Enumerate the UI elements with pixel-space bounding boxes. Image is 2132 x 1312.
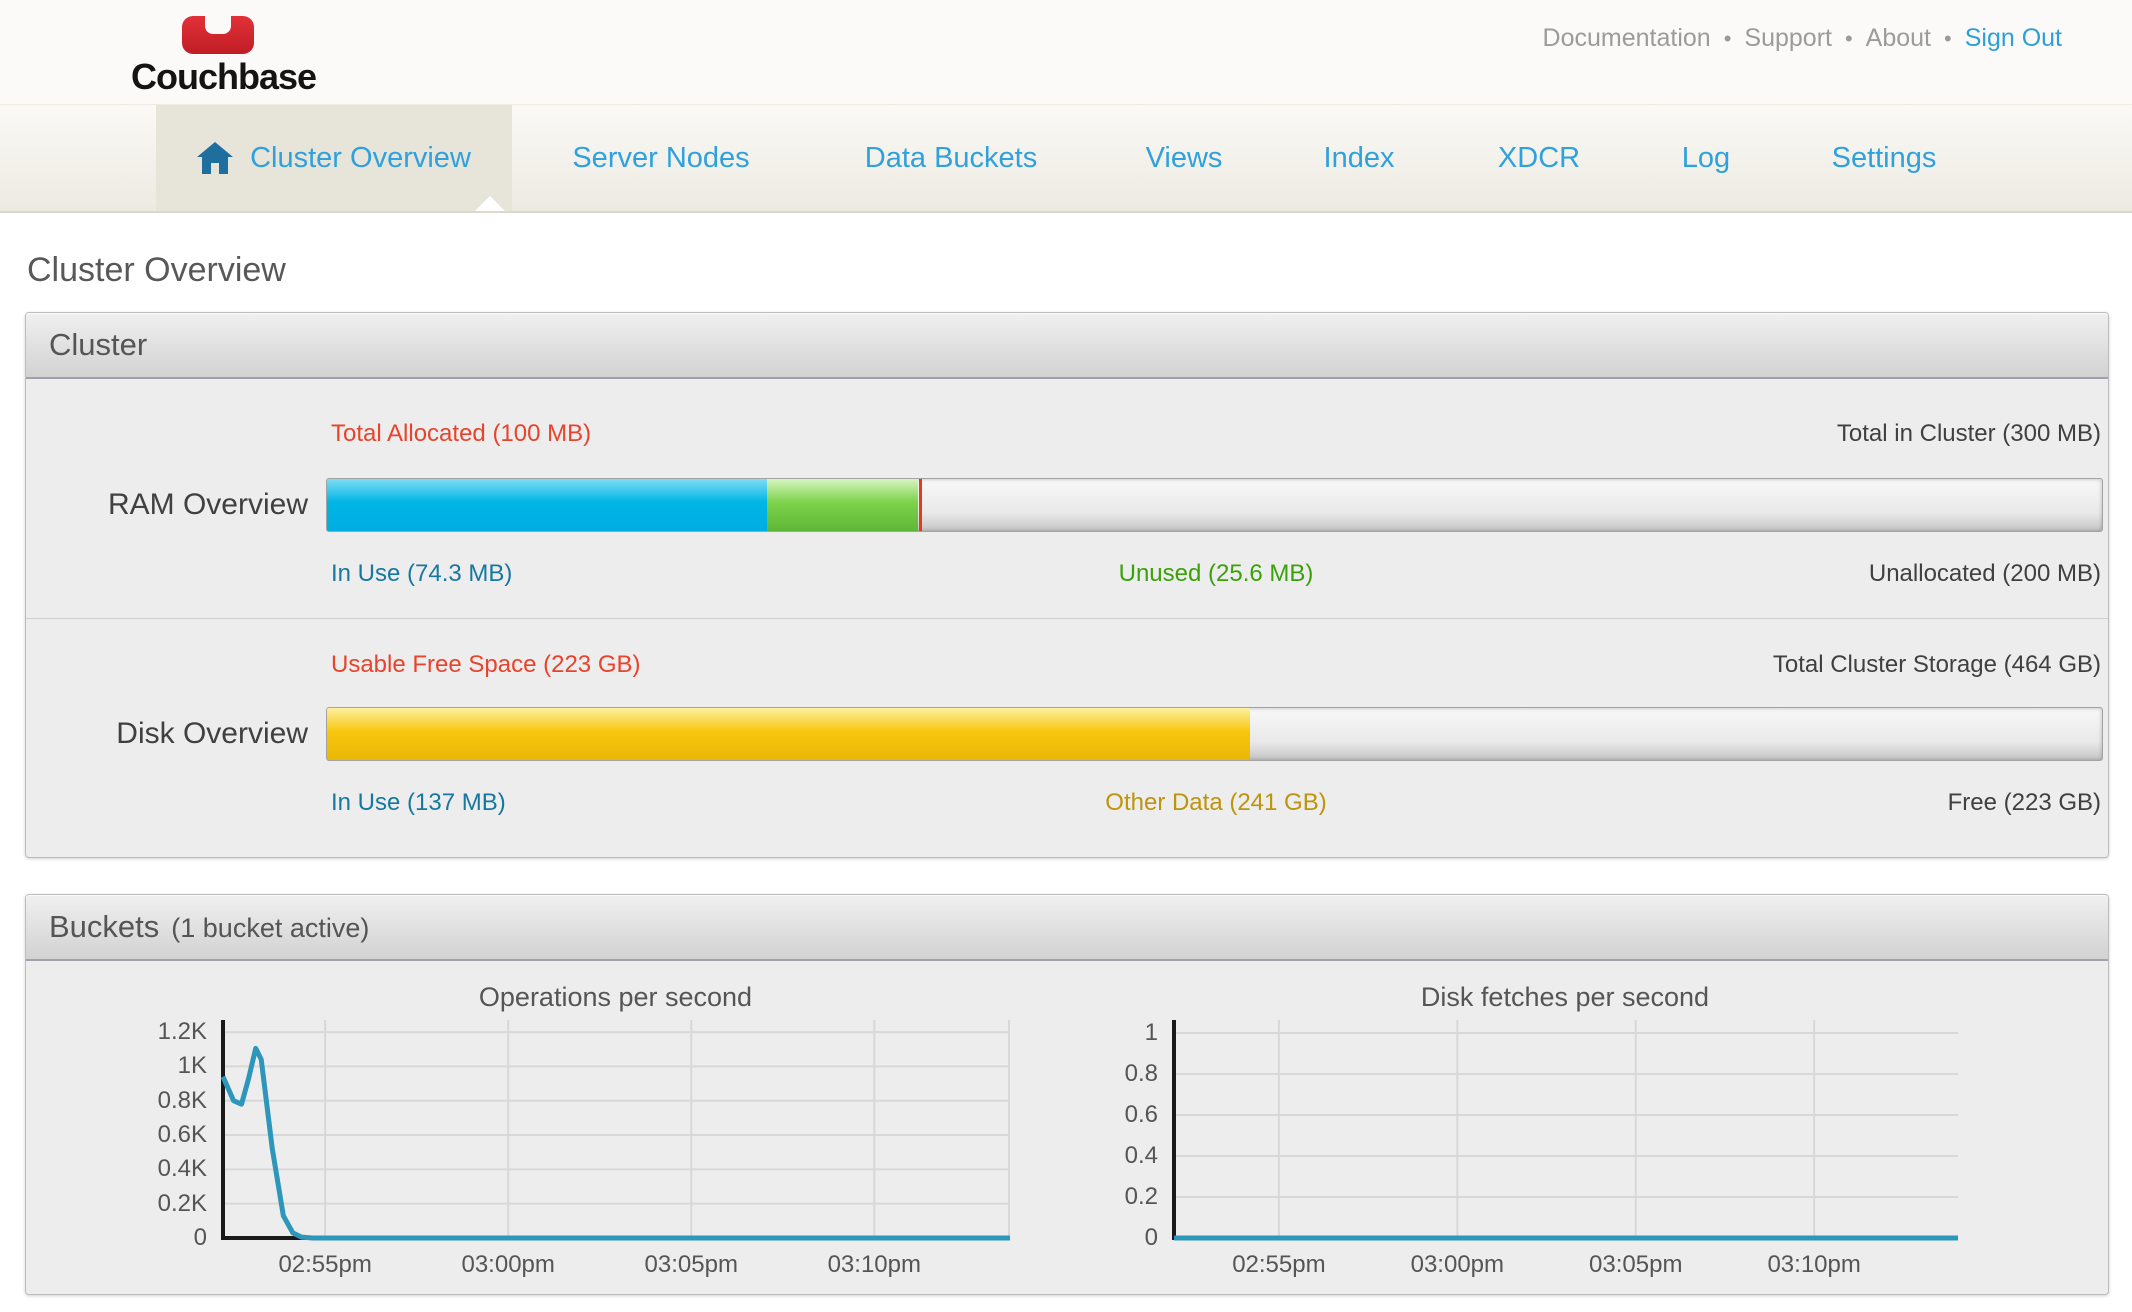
disk-top-labels: Usable Free Space (223 GB) Total Cluster… [331, 651, 2101, 681]
disk-usable-free-label: Usable Free Space (223 GB) [331, 651, 640, 679]
series-line [223, 1048, 1010, 1238]
y-tick-label: 1 [1076, 1019, 1158, 1047]
ram-overview-row: RAM Overview Total Allocated (100 MB) To… [26, 380, 2108, 619]
chart-canvas [1172, 1020, 1958, 1246]
tab-cluster-overview[interactable]: Cluster Overview [156, 105, 512, 211]
ram-unused-segment [767, 479, 918, 531]
y-tick-label: 0.4 [1076, 1142, 1158, 1170]
x-tick-label: 02:55pm [240, 1251, 410, 1279]
tab-views[interactable]: Views [1146, 105, 1223, 211]
disk-other-data-label: Other Data (241 GB) [331, 789, 2101, 817]
buckets-panel-header: Buckets (1 bucket active) [26, 895, 2108, 961]
page-title: Cluster Overview [27, 251, 286, 290]
x-tick-label: 03:05pm [606, 1251, 776, 1279]
x-tick-label: 02:55pm [1194, 1251, 1364, 1279]
y-tick-label: 0.8 [1076, 1060, 1158, 1088]
chart-title: Operations per second [221, 982, 1010, 1013]
disk-bottom-labels: In Use (137 MB) Other Data (241 GB) Free… [331, 789, 2101, 819]
buckets-active-count: (1 bucket active) [171, 896, 369, 960]
buckets-panel-title: Buckets [49, 895, 159, 959]
tab-log[interactable]: Log [1682, 105, 1730, 211]
disk-total-storage-label: Total Cluster Storage (464 GB) [1773, 651, 2101, 679]
link-separator: • [1845, 26, 1853, 52]
ram-in-use-segment [327, 479, 767, 531]
y-tick-label: 0.2K [125, 1190, 207, 1218]
chart-canvas [221, 1020, 1010, 1246]
ram-overview-label: RAM Overview [26, 488, 308, 522]
disk-used-segment [327, 708, 1250, 760]
y-tick-label: 0.6 [1076, 1101, 1158, 1129]
disk-fetches-per-second-chart: Disk fetches per second 00.20.40.60.8102… [1172, 1020, 1958, 1240]
disk-free-label: Free (223 GB) [1948, 789, 2101, 817]
cluster-panel: Cluster RAM Overview Total Allocated (10… [25, 312, 2109, 858]
x-tick-label: 03:05pm [1551, 1251, 1721, 1279]
link-separator: • [1944, 26, 1952, 52]
y-tick-label: 0.6K [125, 1121, 207, 1149]
documentation-link[interactable]: Documentation [1543, 24, 1711, 53]
ram-unallocated-label: Unallocated (200 MB) [1869, 560, 2101, 588]
tab-server-nodes[interactable]: Server Nodes [572, 105, 749, 211]
top-header: Couchbase Documentation • Support • Abou… [0, 0, 2132, 104]
chart-title: Disk fetches per second [1172, 982, 1958, 1013]
cluster-panel-header: Cluster [26, 313, 2108, 379]
cluster-panel-title: Cluster [49, 313, 147, 377]
active-tab-caret [475, 196, 505, 211]
ram-usage-bar [326, 478, 2103, 532]
ram-unused-label: Unused (25.6 MB) [331, 560, 2101, 588]
tab-label: Cluster Overview [250, 142, 471, 175]
tab-xdcr[interactable]: XDCR [1498, 105, 1580, 211]
tab-settings[interactable]: Settings [1832, 105, 1937, 211]
x-tick-label: 03:10pm [789, 1251, 959, 1279]
ram-total-in-cluster-label: Total in Cluster (300 MB) [1837, 420, 2101, 448]
link-separator: • [1724, 26, 1732, 52]
couchbase-logo: Couchbase [131, 8, 351, 100]
tab-index[interactable]: Index [1324, 105, 1395, 211]
x-tick-label: 03:10pm [1729, 1251, 1899, 1279]
y-tick-label: 0 [1076, 1224, 1158, 1252]
home-icon [197, 142, 233, 174]
support-link[interactable]: Support [1744, 24, 1832, 53]
main-nav: Cluster Overview Server Nodes Data Bucke… [0, 104, 2132, 211]
y-tick-label: 0.8K [125, 1087, 207, 1115]
disk-overview-row: Disk Overview Usable Free Space (223 GB)… [26, 619, 2108, 857]
y-tick-label: 1K [125, 1052, 207, 1080]
ram-top-labels: Total Allocated (100 MB) Total in Cluste… [331, 420, 2101, 450]
y-tick-label: 0 [125, 1224, 207, 1252]
x-tick-label: 03:00pm [1372, 1251, 1542, 1279]
about-link[interactable]: About [1866, 24, 1931, 53]
x-tick-label: 03:00pm [423, 1251, 593, 1279]
couchbase-couch-icon [182, 16, 254, 54]
operations-per-second-chart: Operations per second 00.2K0.4K0.6K0.8K1… [221, 1020, 1010, 1240]
disk-usage-bar [326, 707, 2103, 761]
disk-overview-label: Disk Overview [26, 717, 308, 751]
y-tick-label: 1.2K [125, 1018, 207, 1046]
ram-bottom-labels: In Use (74.3 MB) Unused (25.6 MB) Unallo… [331, 560, 2101, 590]
logo-wordmark: Couchbase [131, 56, 316, 98]
tab-data-buckets[interactable]: Data Buckets [865, 105, 1037, 211]
header-links: Documentation • Support • About • Sign O… [1543, 24, 2062, 53]
ram-total-allocated-label: Total Allocated (100 MB) [331, 420, 591, 448]
couchbase-console-page: Couchbase Documentation • Support • Abou… [0, 0, 2132, 1312]
y-tick-label: 0.4K [125, 1155, 207, 1183]
ram-allocated-marker [919, 479, 922, 531]
y-tick-label: 0.2 [1076, 1183, 1158, 1211]
sign-out-link[interactable]: Sign Out [1965, 24, 2062, 53]
